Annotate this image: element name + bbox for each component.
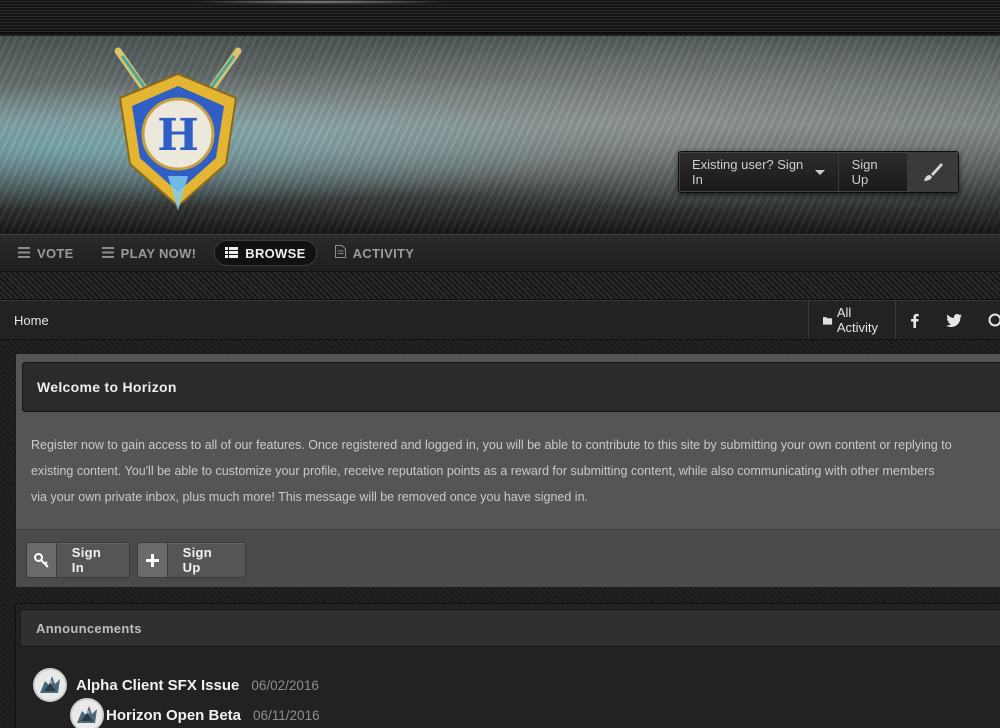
nav-activity[interactable]: ACTIVITY [325, 240, 425, 266]
sword-left-grip [120, 55, 150, 93]
logo-letter: H [157, 110, 199, 161]
nav-vote-label: VOTE [37, 245, 74, 261]
nav-play-now[interactable]: PLAY NOW! [92, 240, 207, 266]
pattern-band [0, 272, 1000, 300]
dragon-avatar-icon [77, 706, 97, 723]
signup-link[interactable]: Sign Up [839, 152, 908, 192]
avatar [70, 698, 104, 728]
top-strip-glow [190, 0, 450, 4]
chevron-down-icon [814, 169, 825, 175]
sword-right-grip [206, 55, 236, 93]
breadcrumb-bar: Home All Activity [0, 300, 1000, 340]
welcome-line-1: Register now to gain access to all of ou… [31, 438, 952, 452]
theme-button[interactable] [908, 152, 958, 192]
plus-icon [138, 543, 168, 577]
announcements-panel: Announcements Alpha Client SFX Issue 06/… [15, 603, 1000, 728]
welcome-signin-label: Sign In [71, 545, 102, 575]
announcement-item[interactable]: Horizon Open Beta 06/11/2016 [70, 698, 320, 728]
breadcrumb-actions: All Activity [808, 301, 1000, 339]
signin-dropdown[interactable]: Existing user? Sign In [679, 152, 839, 192]
document-icon [334, 245, 346, 261]
welcome-line-3: via your own private inbox, plus much mo… [31, 490, 588, 504]
announcements-title: Announcements [20, 609, 1000, 647]
breadcrumb-home[interactable]: Home [14, 313, 49, 328]
key-icon [27, 543, 57, 577]
twitter-icon [946, 313, 963, 327]
brush-icon [924, 163, 943, 181]
social-link-3[interactable] [971, 301, 1000, 339]
signin-label: Existing user? Sign In [692, 157, 804, 187]
nav-browse-label: BROWSE [245, 245, 306, 261]
welcome-line-2: existing content. You'll be able to cust… [31, 464, 935, 478]
main-nav: VOTE PLAY NOW! BROWSE ACTIVITY [0, 234, 1000, 272]
list-icon [225, 246, 239, 261]
welcome-title: Welcome to Horizon [22, 362, 1000, 412]
welcome-signin-button[interactable]: Sign In [26, 542, 130, 578]
bars-icon [18, 246, 30, 261]
facebook-icon [911, 313, 919, 328]
announcement-item[interactable]: Alpha Client SFX Issue 06/02/2016 [33, 668, 319, 702]
avatar [33, 668, 67, 702]
all-activity-link[interactable]: All Activity [809, 301, 897, 339]
site-header: H Existing user? Sign In Sign Up [0, 36, 1000, 234]
welcome-signup-button[interactable]: Sign Up [137, 542, 246, 578]
announcement-title[interactable]: Alpha Client SFX Issue [76, 677, 239, 694]
horizon-shield-logo[interactable]: H [108, 46, 248, 216]
welcome-signup-label: Sign Up [182, 545, 213, 575]
nav-activity-label: ACTIVITY [352, 245, 415, 261]
nav-play-now-label: PLAY NOW! [120, 245, 197, 261]
twitter-link[interactable] [928, 301, 971, 339]
all-activity-label: All Activity [836, 305, 879, 335]
welcome-panel: Welcome to Horizon Register now to gain … [15, 353, 1000, 587]
welcome-actions: Sign In Sign Up [16, 529, 1000, 587]
folder-icon [823, 316, 833, 325]
globe-icon [988, 313, 1000, 327]
nav-browse[interactable]: BROWSE [214, 240, 317, 266]
announcement-date: 06/11/2016 [253, 707, 320, 723]
bars-icon [101, 246, 114, 261]
dragon-avatar-icon [40, 676, 60, 693]
facebook-link[interactable] [896, 301, 928, 339]
announcement-date: 06/02/2016 [251, 677, 319, 693]
nav-vote[interactable]: VOTE [8, 240, 84, 266]
announcement-title[interactable]: Horizon Open Beta [106, 707, 241, 724]
user-bar: Existing user? Sign In Sign Up [678, 151, 959, 193]
top-strip [0, 0, 1000, 34]
signup-label: Sign Up [851, 157, 878, 187]
welcome-message: Register now to gain access to all of ou… [31, 432, 1000, 510]
